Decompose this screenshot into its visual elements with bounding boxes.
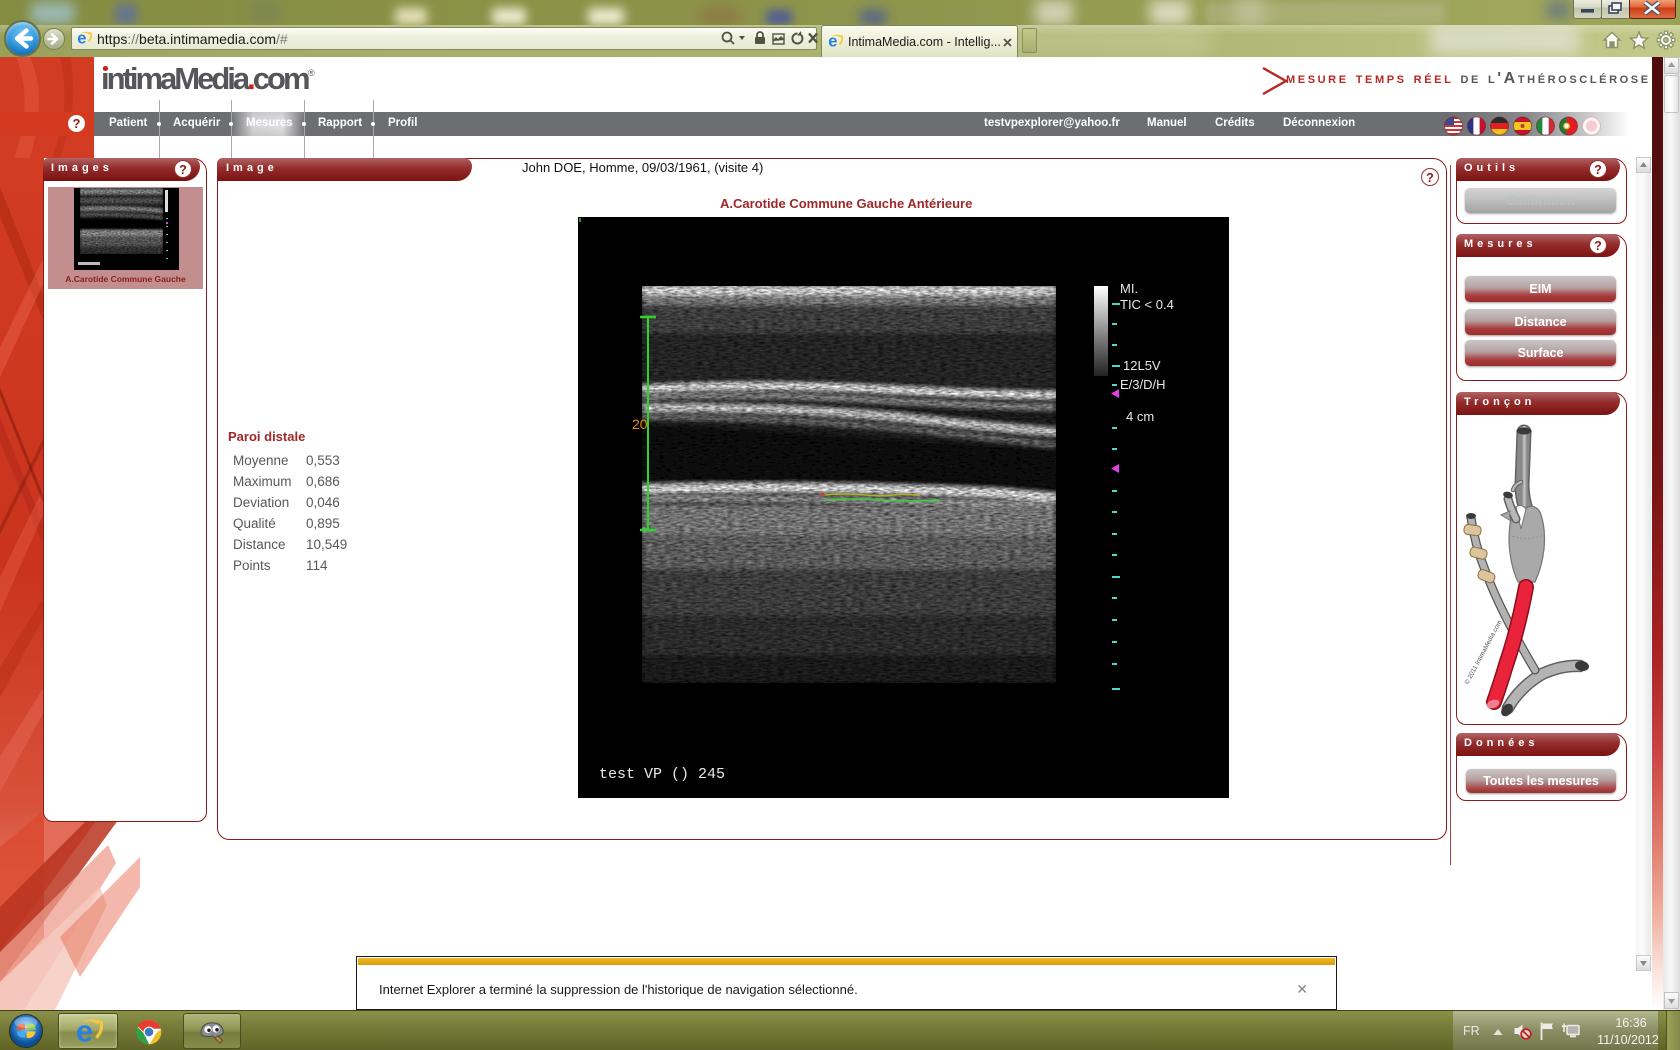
svg-text:test VP () 245: test VP () 245 [599, 766, 725, 783]
svg-text:12L5V: 12L5V [1123, 358, 1161, 373]
svg-text:MI.: MI. [1120, 281, 1138, 296]
svg-text:20: 20 [632, 416, 648, 432]
svg-text:4 cm: 4 cm [1126, 409, 1154, 424]
svg-text:E/3/D/H: E/3/D/H [1120, 377, 1166, 392]
svg-text:TIC < 0.4: TIC < 0.4 [1120, 297, 1174, 312]
